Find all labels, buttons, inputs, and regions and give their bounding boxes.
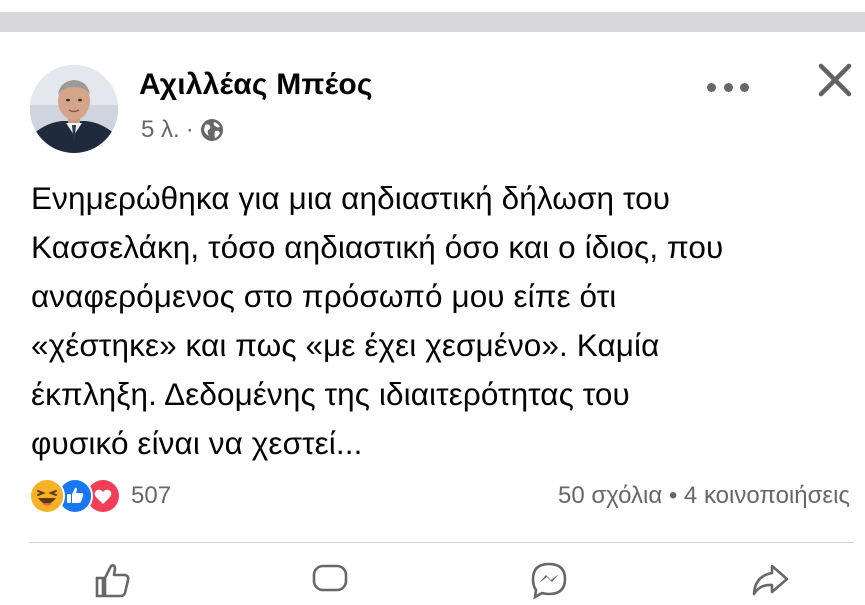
post-time[interactable]: 5 λ. [141, 116, 180, 144]
comments-shares-count[interactable]: 50 σχόλια • 4 κοινοποιήσεις [558, 482, 850, 510]
post-text-line: φυσικό είναι να χεστεί... [31, 425, 363, 461]
post-text-line: αναφερόμενος στο πρόσωπό μου είπε ότι [31, 278, 617, 314]
haha-reaction-icon [29, 478, 65, 514]
post-card: Αχιλλέας Μπέος 5 λ. · Ενημερώθηκα για μι… [0, 32, 865, 600]
feed-separator [0, 12, 865, 32]
top-strip [0, 0, 865, 12]
reactions-summary[interactable]: 507 [29, 478, 171, 514]
post-text-line: έκπληξη. Δεδομένης της ιδιαιτερότητας το… [31, 376, 630, 412]
post-meta: 5 λ. · [141, 116, 224, 144]
reaction-count[interactable]: 507 [131, 482, 171, 510]
post-text-line: «χέστηκε» και πως «με έχει χεσμένο». Καμ… [31, 327, 660, 363]
like-button-icon[interactable] [92, 560, 132, 600]
post-text-line: Ενημερώθηκα για μια αηδιαστική δήλωση το… [31, 180, 671, 216]
author-avatar[interactable] [30, 65, 118, 153]
more-options-icon[interactable] [707, 76, 749, 98]
author-name[interactable]: Αχιλλέας Μπέος [139, 68, 373, 102]
globe-icon [200, 118, 224, 142]
share-button-icon[interactable] [750, 560, 790, 600]
post-text: Ενημερώθηκα για μια αηδιαστική δήλωση το… [31, 174, 861, 468]
messenger-send-icon[interactable] [529, 560, 569, 600]
comment-button-icon[interactable] [310, 560, 350, 600]
action-divider [29, 542, 854, 543]
close-icon[interactable] [814, 59, 856, 101]
meta-separator: · [185, 116, 194, 143]
post-text-line: Κασσελάκη, τόσο αηδιαστική όσο και ο ίδι… [31, 229, 724, 265]
